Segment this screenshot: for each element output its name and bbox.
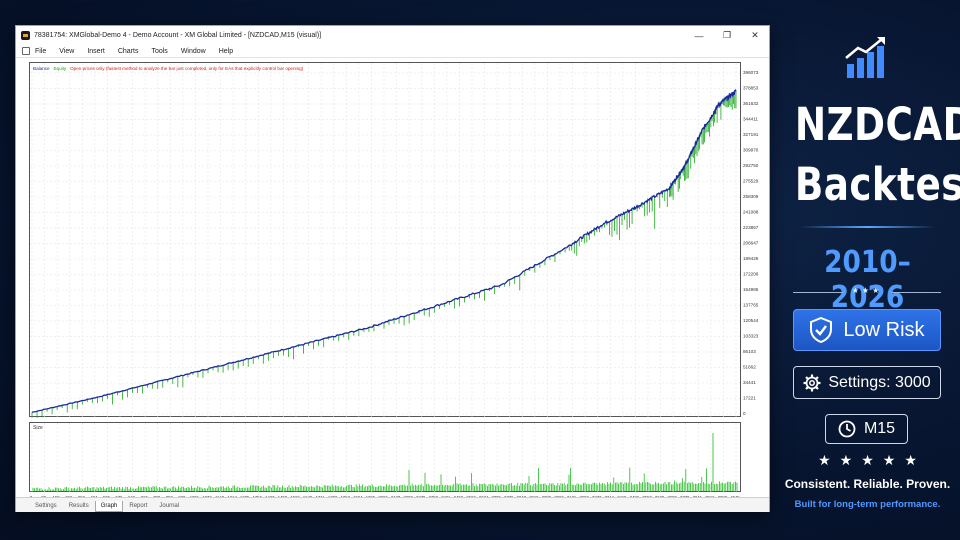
- settings-label: Settings: 3000: [828, 373, 931, 391]
- shield-check-icon: [810, 317, 833, 343]
- y-axis-labels: 396073 378853 361632 344411 327191 309970 2927…: [743, 70, 759, 416]
- divider-stars: ★★★: [851, 286, 883, 295]
- rating-stars: ★★★★★: [818, 452, 926, 468]
- tab-graph[interactable]: Graph: [94, 501, 124, 512]
- y-tick-label: 206647: [743, 241, 759, 246]
- balance-equity-plot[interactable]: Balance / Equity / Open prices only (fas…: [29, 62, 742, 418]
- y-tick-label: 241088: [743, 210, 759, 215]
- y-tick-label: 223867: [743, 225, 759, 230]
- y-tick-label: 51662: [743, 365, 756, 370]
- close-button[interactable]: ✕: [741, 26, 769, 45]
- y-tick-label: 120544: [743, 318, 759, 323]
- tab-journal[interactable]: Journal: [153, 500, 185, 512]
- promo-slogan: Consistent. Reliable. Proven.: [784, 477, 951, 491]
- y-tick-label: 172206: [743, 272, 759, 277]
- menu-help[interactable]: Help: [219, 48, 233, 55]
- y-tick-label: 34441: [743, 380, 756, 385]
- promo-title-backtest: Backtest: [794, 158, 960, 211]
- y-tick-label: 309970: [743, 148, 759, 153]
- glow-divider: [800, 226, 935, 228]
- minimize-button[interactable]: —: [685, 26, 713, 45]
- chart-legend: Balance / Equity / Open prices only (fas…: [33, 66, 303, 71]
- y-tick-label: 275529: [743, 179, 759, 184]
- gear-icon: [803, 374, 821, 391]
- star-divider: ★★★: [793, 286, 941, 297]
- timeframe-label: M15: [863, 420, 896, 437]
- y-tick-label: 17221: [743, 396, 756, 401]
- y-tick-label: 137765: [743, 303, 759, 308]
- tab-report[interactable]: Report: [123, 500, 153, 512]
- size-svg: [31, 423, 738, 493]
- promo-title-pair: NZDCAD: [794, 98, 960, 151]
- y-tick-label: 154985: [743, 287, 759, 292]
- y-tick-label: 361632: [743, 101, 759, 106]
- low-risk-badge: Low Risk: [793, 309, 941, 351]
- app-icon: [21, 31, 30, 40]
- y-tick-label: 344411: [743, 117, 758, 122]
- window-controls: — ❐ ✕: [685, 26, 769, 45]
- menu-window[interactable]: Window: [181, 48, 206, 55]
- settings-badge: Settings: 3000: [793, 366, 941, 399]
- y-tick-label: 292750: [743, 163, 759, 168]
- legend-model-note: Open prices only (fastest method to anal…: [70, 66, 304, 71]
- chart-menu-icon[interactable]: [22, 47, 30, 55]
- y-tick-label: 258309: [743, 194, 759, 199]
- y-tick-label: 0: [743, 411, 746, 416]
- legend-balance: Balance: [33, 66, 50, 71]
- chart-area: Balance / Equity / Open prices only (fas…: [29, 62, 759, 522]
- promo-sub-slogan: Built for long-term performance.: [794, 499, 941, 510]
- window-title: 78381754: XMGlobal-Demo 4 - Demo Account…: [34, 32, 322, 39]
- size-plot[interactable]: Size: [29, 422, 741, 493]
- growth-chart-icon: [845, 37, 885, 78]
- balance-equity-svg: [30, 63, 742, 418]
- promo-years: 2010–2026: [824, 245, 911, 315]
- y-tick-label: 86103: [743, 349, 756, 354]
- y-tick-label: 396073: [743, 70, 759, 75]
- title-bar[interactable]: 78381754: XMGlobal-Demo 4 - Demo Account…: [16, 26, 769, 45]
- menu-bar: File View Insert Charts Tools Window Hel…: [16, 45, 769, 58]
- tester-window: 78381754: XMGlobal-Demo 4 - Demo Account…: [15, 25, 770, 512]
- timeframe-badge: M15: [825, 414, 908, 444]
- legend-equity: Equity: [53, 66, 67, 71]
- size-panel-label: Size: [33, 425, 43, 431]
- tab-results[interactable]: Results: [63, 500, 95, 512]
- tester-tabs: Settings Results Graph Report Journal: [16, 497, 769, 512]
- clock-icon: [838, 420, 856, 438]
- menu-charts[interactable]: Charts: [118, 48, 139, 55]
- y-tick-label: 378853: [743, 86, 759, 91]
- maximize-button[interactable]: ❐: [713, 26, 741, 45]
- y-tick-label: 189426: [743, 256, 759, 261]
- tab-settings[interactable]: Settings: [29, 500, 63, 512]
- menu-tools[interactable]: Tools: [151, 48, 167, 55]
- menu-view[interactable]: View: [59, 48, 74, 55]
- y-tick-label: 103323: [743, 334, 759, 339]
- menu-insert[interactable]: Insert: [87, 48, 105, 55]
- y-tick-label: 327191: [743, 132, 759, 137]
- menu-file[interactable]: File: [35, 48, 46, 55]
- risk-label: Low Risk: [843, 318, 925, 341]
